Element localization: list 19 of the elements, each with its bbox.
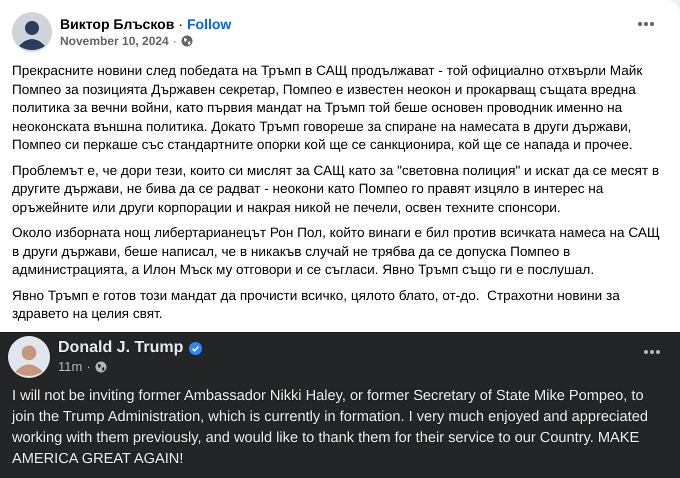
separator: ·	[178, 15, 183, 33]
globe-icon	[94, 360, 107, 372]
separator: ·	[172, 33, 177, 49]
author-name[interactable]: Виктор Блъсков	[60, 15, 174, 33]
more-options-icon[interactable]	[644, 350, 660, 354]
more-options-icon[interactable]	[638, 22, 654, 26]
post-paragraph: Около изборната нощ либертарианецът Рон Пол, който винаги е бил против всичката намеса на САЩ в други държави, беше написал, че в никакъв случай не трябва да се допуска Помпео в администрацията, а Илон Мъск му отговори и се съгласи. Явно Тръмп също ги е послушал.	[12, 224, 661, 279]
post-paragraph: Прекрасните новини след победата на Тръмп в САЩ продължават - той официално отхвърли Майк Помпео за позицията Държавен секретар, Помпео е известен неокон и прокарващ същата вредна политика за вечни войни, като първия мандат на Тръмп той беше основен проводник именно на неоконската външна политика. Докато Тръмп говореше за спиране на намесата в други държави, Помпео си перкаше със стандартните опорки кой ще се санкционира, кой ще се напада и прочее.	[12, 62, 644, 154]
avatar[interactable]	[8, 336, 50, 378]
globe-icon	[180, 35, 193, 47]
post-time[interactable]: 11m	[58, 358, 82, 375]
post-text: I will not be inviting former Ambassador Nikki Haley, or former Secretary of State Mike Pompeo, to join the Trump Administration, which is currently in formation. I very much enjoyed and appreciated working with them previously, and would like to thank them for their service to our Country. MAKE AMERICA GREAT AGAIN!	[10, 386, 649, 468]
post-paragraph: Явно Тръмп е готов този мандат да прочисти всичко, цялото блато, от-до. Страхотни новини за здравето на целия свят.	[12, 286, 621, 323]
follow-link[interactable]: Follow	[187, 15, 232, 33]
avatar[interactable]	[12, 12, 52, 52]
post-date[interactable]: November 10, 2024	[60, 33, 169, 49]
author-name[interactable]: Donald J. Trump	[58, 338, 184, 358]
post-paragraph: Проблемът е, че дори тези, които си мислят за САЩ като за "световна полиция" и искат да се месят в другите държави, не бива да се радват - неокони като Помпео го правят изцяло в интерес на оръжейните или други корпорации и накрая никой не печели, освен техните спонсори.	[12, 162, 660, 217]
separator: ·	[86, 358, 91, 375]
